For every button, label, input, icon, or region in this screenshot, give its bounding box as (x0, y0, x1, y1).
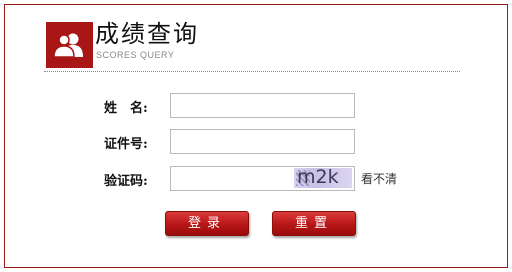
divider (44, 71, 460, 72)
logo-badge (46, 22, 93, 68)
id-number-field[interactable] (170, 129, 355, 154)
name-field[interactable] (170, 93, 355, 118)
id-number-label: 证件号: (104, 137, 148, 152)
name-label: 姓 名: (104, 101, 148, 116)
page-subtitle: SCORES QUERY (96, 50, 175, 60)
reset-button[interactable]: 重置 (272, 211, 356, 236)
refresh-captcha-link[interactable]: 看不清 (361, 170, 397, 187)
users-icon (54, 33, 83, 58)
captcha-label: 验证码: (104, 174, 148, 189)
login-button[interactable]: 登录 (165, 211, 249, 236)
captcha-image[interactable]: m2k (294, 168, 352, 188)
captcha-text: m2k (297, 168, 339, 188)
page-title: 成绩查询 (95, 20, 199, 48)
